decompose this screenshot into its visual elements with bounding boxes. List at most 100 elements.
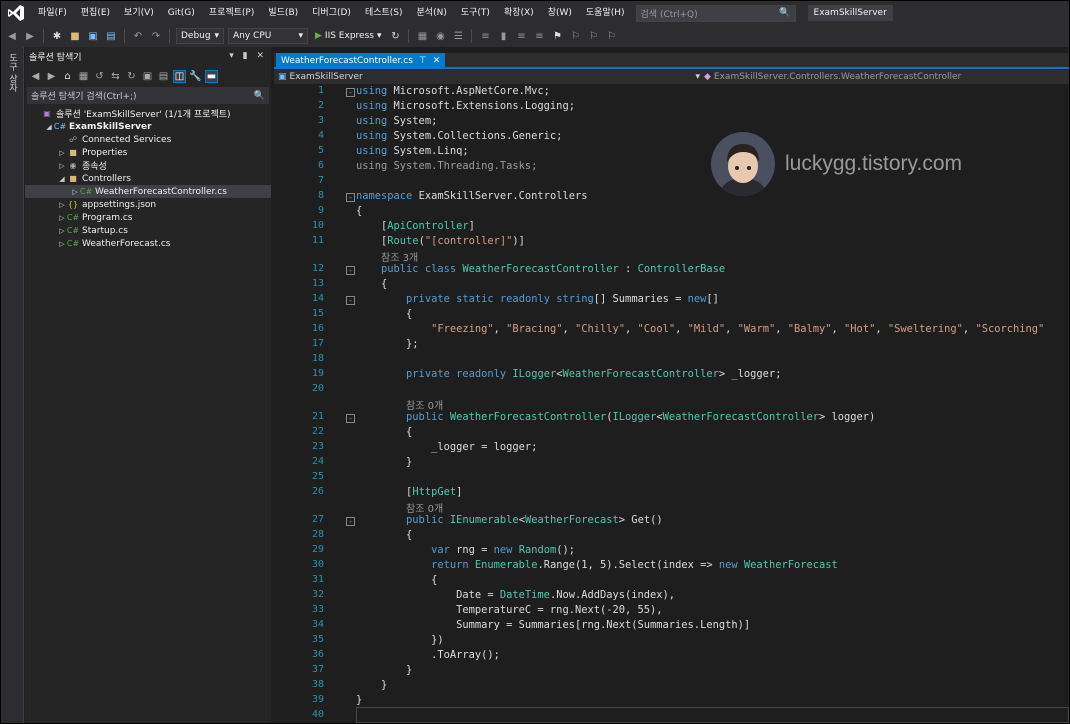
bookmark-icon[interactable]: ▮ bbox=[496, 29, 510, 43]
code-line[interactable]: [ApiController] bbox=[356, 220, 475, 232]
menu-item[interactable]: 도구(T) bbox=[454, 1, 497, 25]
prev-bookmark-icon[interactable]: ⚐ bbox=[568, 29, 582, 43]
bookmark-flag-icon[interactable]: ⚑ bbox=[550, 29, 564, 43]
tree-item[interactable]: ▷ C# Program.cs bbox=[25, 211, 271, 224]
collapsed-arrow-icon[interactable]: ▷ bbox=[57, 227, 67, 235]
menu-item[interactable]: 테스트(S) bbox=[358, 1, 410, 25]
tree-item[interactable]: ▷ C# WeatherForecast.cs bbox=[25, 237, 271, 250]
new-project-icon[interactable]: ✱ bbox=[50, 29, 64, 43]
collapse-region-icon[interactable]: - bbox=[346, 88, 355, 97]
save-icon[interactable]: ▣ bbox=[86, 29, 100, 43]
collapsed-arrow-icon[interactable]: ▷ bbox=[57, 149, 67, 157]
show-all-files-icon[interactable]: ▤ bbox=[157, 71, 170, 82]
back-icon[interactable]: ◀ bbox=[29, 71, 42, 82]
codelens-references[interactable]: 참조 0개 bbox=[406, 500, 443, 515]
menu-item[interactable]: 빌드(B) bbox=[261, 1, 305, 25]
solution-explorer-search[interactable]: 솔루션 탐색기 검색(Ctrl+;) 🔍 bbox=[27, 87, 269, 104]
tree-item[interactable]: ▷{} appsettings.json bbox=[25, 198, 271, 211]
project-dropdown[interactable]: ▣ ExamSkillServer ▾ bbox=[274, 72, 704, 82]
code-line[interactable]: "Freezing", "Bracing", "Chilly", "Cool",… bbox=[356, 323, 1044, 335]
type-dropdown[interactable]: ◆ ExamSkillServer.Controllers.WeatherFor… bbox=[704, 72, 961, 82]
pin-icon[interactable]: ⊤ bbox=[419, 56, 427, 66]
code-line[interactable]: var rng = new Random(); bbox=[356, 544, 575, 556]
properties-icon[interactable]: 🔧 bbox=[189, 71, 202, 82]
uncomment-icon[interactable]: ≡ bbox=[532, 29, 546, 43]
code-line[interactable]: { bbox=[356, 205, 362, 217]
collapse-region-icon[interactable]: - bbox=[346, 517, 355, 526]
code-line[interactable]: return Enumerable.Range(1, 5).Select(ind… bbox=[356, 559, 838, 571]
code-line[interactable]: TemperatureC = rng.Next(-20, 55), bbox=[356, 604, 662, 616]
code-line[interactable]: Date = DateTime.Now.AddDays(index), bbox=[356, 589, 675, 601]
code-line[interactable]: } bbox=[356, 694, 362, 706]
platform-dropdown[interactable]: Any CPU ▾ bbox=[228, 28, 308, 44]
collapsed-arrow-icon[interactable]: ▷ bbox=[57, 201, 67, 209]
collapse-region-icon[interactable]: - bbox=[346, 414, 355, 423]
panel-controls[interactable]: ▾ ▮ ✕ bbox=[229, 51, 267, 61]
collapsed-arrow-icon[interactable]: ▷ bbox=[70, 188, 80, 196]
code-line[interactable]: { bbox=[356, 574, 437, 586]
undo-icon[interactable]: ↶ bbox=[131, 29, 145, 43]
tab-weatherforecastcontroller[interactable]: WeatherForecastController.cs ⊤ ✕ bbox=[276, 53, 446, 69]
code-line[interactable]: { bbox=[356, 529, 412, 541]
hot-reload-icon[interactable]: ☰ bbox=[451, 29, 465, 43]
code-line[interactable]: namespace ExamSkillServer.Controllers bbox=[356, 190, 587, 202]
switch-views-icon[interactable]: ▦ bbox=[77, 71, 90, 82]
code-line[interactable]: using Microsoft.Extensions.Logging; bbox=[356, 100, 575, 112]
back-icon[interactable]: ◀ bbox=[5, 29, 19, 43]
menu-item[interactable]: 확장(X) bbox=[497, 1, 541, 25]
clear-bookmarks-icon[interactable]: ⚐ bbox=[604, 29, 618, 43]
code-editor[interactable]: 1 2 3 4 5 6 7 8 9 10 11 12 13 14 15 16 17 18 19 20 21 22 23 24 2… bbox=[274, 84, 1069, 723]
browser-link-icon[interactable]: ▦ bbox=[415, 29, 429, 43]
forward-icon[interactable]: ▶ bbox=[23, 29, 37, 43]
code-line[interactable]: [Route("[controller]")] bbox=[356, 235, 525, 247]
code-line[interactable]: } bbox=[356, 664, 412, 676]
codelens-references[interactable]: 참조 3개 bbox=[381, 249, 418, 264]
menu-item[interactable]: 파일(F) bbox=[31, 1, 74, 25]
tree-item[interactable]: ▷ ■ Properties bbox=[25, 146, 271, 159]
tree-item[interactable]: ▷ ◉ 종속성 bbox=[25, 159, 271, 172]
home-icon[interactable]: ⌂ bbox=[61, 71, 74, 82]
code-line[interactable]: Summary = Summaries[rng.Next(Summaries.L… bbox=[356, 619, 750, 631]
code-line[interactable]: { bbox=[356, 308, 412, 320]
code-line[interactable]: }; bbox=[356, 338, 419, 350]
code-line[interactable]: { bbox=[356, 278, 387, 290]
code-line[interactable]: _logger = logger; bbox=[356, 441, 537, 453]
collapse-region-icon[interactable]: - bbox=[346, 193, 355, 202]
save-all-icon[interactable]: ▤ bbox=[104, 29, 118, 43]
code-line[interactable]: using System.Linq; bbox=[356, 145, 469, 157]
code-line[interactable]: [HttpGet] bbox=[356, 486, 462, 498]
menu-item[interactable]: 프로젝트(P) bbox=[202, 1, 262, 25]
collapsed-arrow-icon[interactable]: ▷ bbox=[57, 162, 67, 170]
code-line[interactable]: using System; bbox=[356, 115, 437, 127]
code-line[interactable]: private readonly ILogger<WeatherForecast… bbox=[356, 368, 781, 380]
preview-selected-icon[interactable]: ▬ bbox=[205, 69, 218, 83]
tree-item[interactable]: ▷ C# WeatherForecastController.cs bbox=[25, 185, 271, 198]
code-line[interactable]: .ToArray(); bbox=[356, 649, 500, 661]
collapsed-arrow-icon[interactable]: ▷ bbox=[57, 214, 67, 222]
configuration-dropdown[interactable]: Debug ▾ bbox=[176, 28, 224, 44]
expanded-arrow-icon[interactable]: ◢ bbox=[57, 175, 67, 183]
code-line[interactable]: using System.Collections.Generic; bbox=[356, 130, 562, 142]
toolbox-tab[interactable]: 도구 상자 bbox=[5, 53, 19, 92]
menu-item[interactable]: 창(W) bbox=[541, 1, 579, 25]
run-button[interactable]: ▶ IIS Express ▾ bbox=[312, 31, 384, 41]
collapse-region-icon[interactable]: - bbox=[346, 296, 355, 305]
next-bookmark-icon[interactable]: ⚐ bbox=[586, 29, 600, 43]
menu-item[interactable]: 편집(E) bbox=[74, 1, 117, 25]
search-input[interactable]: 검색 (Ctrl+Q) 🔍 bbox=[635, 4, 796, 22]
menu-item[interactable]: 디버그(D) bbox=[305, 1, 358, 25]
format-icon[interactable]: ≡ bbox=[478, 29, 492, 43]
refresh-icon[interactable]: ↻ bbox=[388, 29, 402, 43]
forward-icon[interactable]: ▶ bbox=[45, 71, 58, 82]
menu-item[interactable]: 보기(V) bbox=[117, 1, 161, 25]
code-line[interactable]: using System.Threading.Tasks; bbox=[356, 160, 537, 172]
menu-item[interactable]: Git(G) bbox=[161, 1, 202, 25]
comment-icon[interactable]: ≡ bbox=[514, 29, 528, 43]
collapse-region-icon[interactable]: - bbox=[346, 266, 355, 275]
code-line[interactable]: }) bbox=[356, 634, 444, 646]
tree-item[interactable]: ☍ Connected Services bbox=[25, 133, 271, 146]
expanded-arrow-icon[interactable]: ◢ bbox=[44, 123, 54, 131]
redo-icon[interactable]: ↷ bbox=[149, 29, 163, 43]
codelens-references[interactable]: 참조 0개 bbox=[406, 397, 443, 412]
menu-item[interactable]: 도움말(H) bbox=[579, 1, 632, 25]
